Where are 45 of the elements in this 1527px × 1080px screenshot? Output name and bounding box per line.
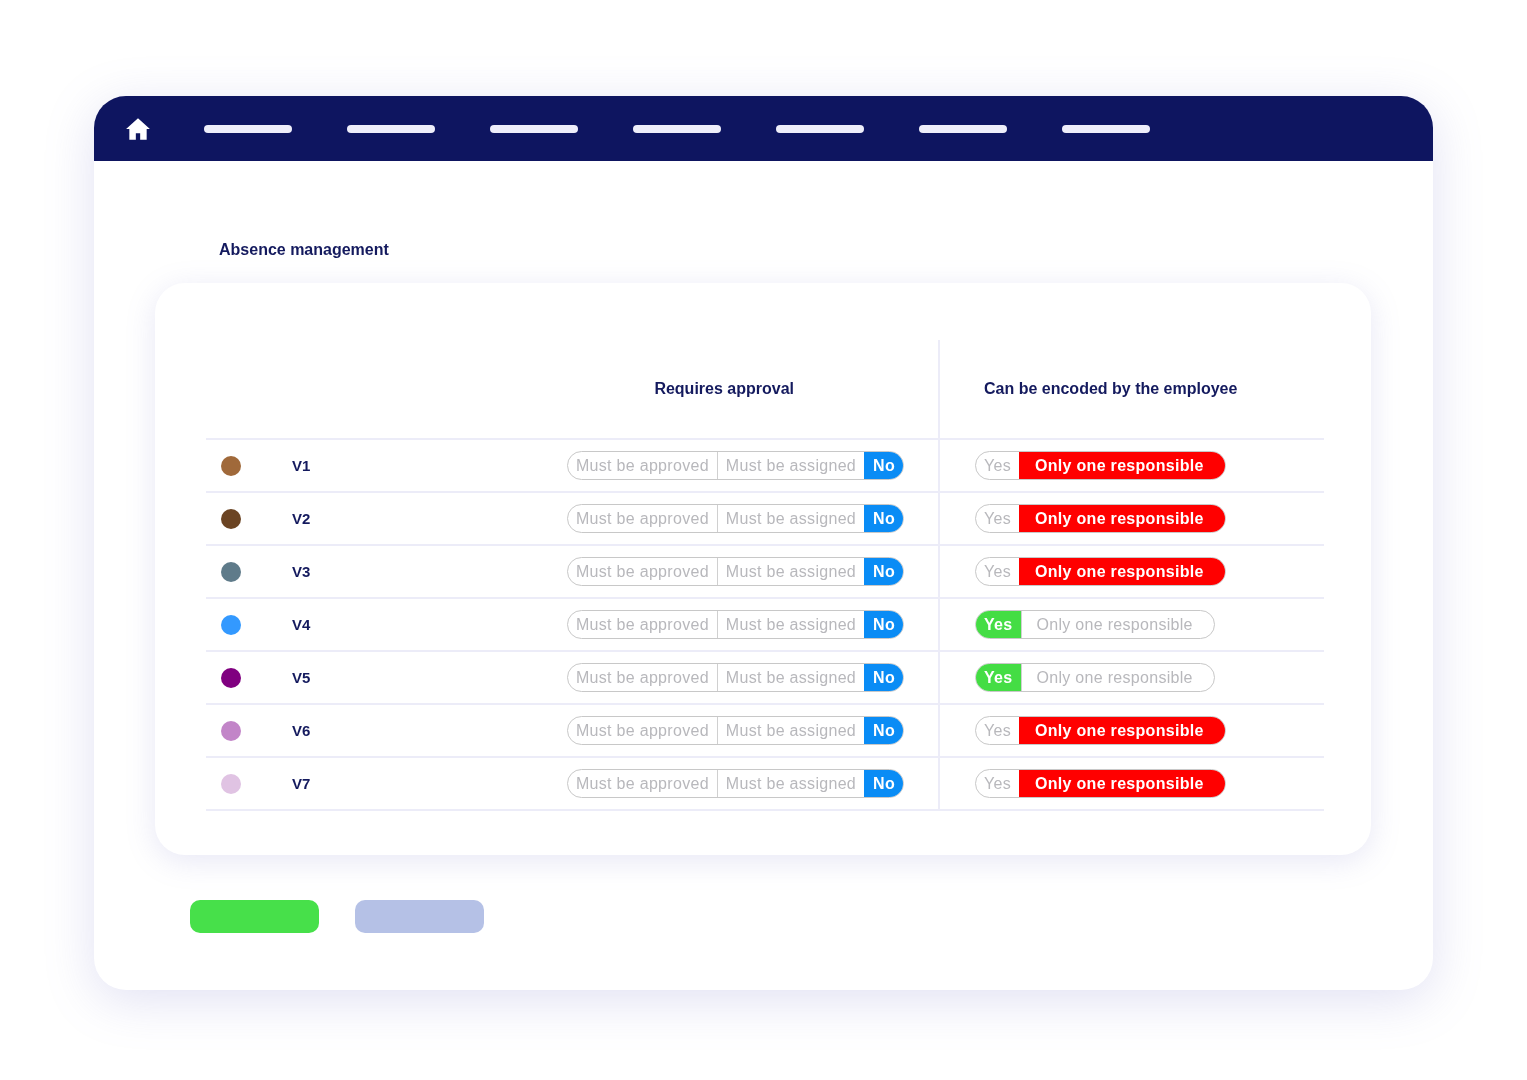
segment-option[interactable]: Must be approved [567, 558, 717, 585]
segment-option[interactable]: Only one responsible [1019, 770, 1225, 797]
row-name: V6 [292, 722, 311, 739]
segment-option[interactable]: Must be approved [567, 611, 717, 638]
row-name: V3 [292, 563, 311, 580]
segment-option[interactable]: Only one responsible [1020, 611, 1214, 638]
segment-option[interactable]: Only one responsible [1020, 664, 1214, 691]
segment-option[interactable]: Yes [976, 717, 1019, 744]
segment-option[interactable]: No [864, 505, 903, 532]
segment-option[interactable]: Must be approved [567, 505, 717, 532]
nav-placeholder[interactable] [919, 124, 1007, 133]
nav-placeholder[interactable] [1062, 124, 1150, 133]
row-name: V1 [292, 457, 311, 474]
segment-option[interactable]: Only one responsible [1019, 558, 1225, 585]
row-name: V2 [292, 510, 311, 527]
nav-placeholder[interactable] [204, 124, 292, 133]
segment-option[interactable]: Must be approved [567, 452, 717, 479]
segment-option[interactable]: No [864, 664, 903, 691]
nav-placeholder[interactable] [490, 124, 578, 133]
segment-option[interactable]: Must be approved [567, 664, 717, 691]
segment-option[interactable]: No [864, 558, 903, 585]
segment-option[interactable]: No [864, 770, 903, 797]
nav-placeholder[interactable] [633, 124, 721, 133]
row-name: V7 [292, 775, 311, 792]
segment-option[interactable]: Yes [976, 505, 1019, 532]
column-header: Can be encoded by the employee [984, 380, 1238, 398]
segment-option[interactable]: Must be approved [567, 717, 717, 744]
segment-option[interactable]: No [864, 452, 903, 479]
nav-placeholder[interactable] [776, 124, 864, 133]
column-header: Requires approval [654, 380, 794, 398]
segment-option[interactable]: Yes [976, 558, 1019, 585]
segment-option[interactable]: No [864, 717, 903, 744]
segment-option[interactable]: Yes [976, 452, 1019, 479]
row-name: V5 [292, 669, 311, 686]
page-title: Absence management [219, 241, 390, 259]
nav-placeholder[interactable] [347, 124, 435, 133]
row-name: V4 [292, 616, 311, 633]
segment-option[interactable]: Only one responsible [1019, 452, 1225, 479]
segment-option[interactable]: No [864, 611, 903, 638]
segment-option[interactable]: Only one responsible [1019, 505, 1225, 532]
segment-option[interactable]: Yes [976, 770, 1019, 797]
segment-option[interactable]: Yes [976, 664, 1021, 691]
segment-option[interactable]: Yes [976, 611, 1021, 638]
segment-option[interactable]: Must be approved [567, 770, 717, 797]
segment-option[interactable]: Only one responsible [1019, 717, 1225, 744]
